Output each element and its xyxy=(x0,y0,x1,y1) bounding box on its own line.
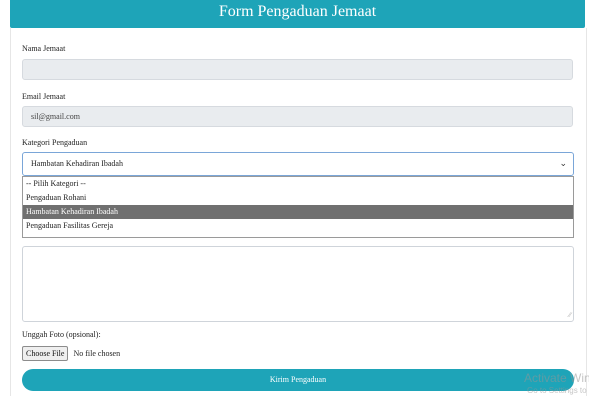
chevron-down-icon: ⌄ xyxy=(559,158,567,168)
page: Form Pengaduan Jemaat Nama Jemaat Email … xyxy=(0,0,589,396)
category-label: Kategori Pengaduan xyxy=(22,138,88,147)
file-status-text: No file chosen xyxy=(73,349,121,358)
dropdown-option[interactable]: Pengaduan Rohani xyxy=(23,191,573,205)
email-field[interactable]: sil@gmail.com xyxy=(22,106,573,127)
category-select[interactable]: Hambatan Kehadiran Ibadah ⌄ xyxy=(22,152,574,176)
dropdown-option[interactable]: -- Pilih Kategori -- xyxy=(23,177,573,191)
activation-watermark-subtext: Go to Settings to xyxy=(527,386,587,395)
dropdown-option-selected[interactable]: Hambatan Kehadiran Ibadah xyxy=(23,205,573,219)
category-dropdown[interactable]: -- Pilih Kategori -- Pengaduan Rohani Ha… xyxy=(22,176,574,238)
name-field[interactable] xyxy=(22,59,573,80)
complaint-textarea[interactable]: ∕∕ xyxy=(22,246,574,322)
photo-label: Unggah Foto (opsional): xyxy=(22,330,101,339)
email-label: Email Jemaat xyxy=(22,92,66,101)
submit-button[interactable]: Kirim Pengaduan xyxy=(22,369,574,391)
name-label: Nama Jemaat xyxy=(22,44,66,53)
choose-file-button[interactable]: Choose File xyxy=(22,346,69,361)
activation-watermark: Activate Win xyxy=(524,371,589,385)
dropdown-option[interactable]: Pengaduan Fasilitas Gereja xyxy=(23,219,573,233)
form-title: Form Pengaduan Jemaat xyxy=(10,0,585,28)
resize-grip-icon[interactable]: ∕∕ xyxy=(569,312,571,319)
file-upload: Choose File No file chosen xyxy=(22,346,120,361)
category-selected-value: Hambatan Kehadiran Ibadah xyxy=(31,159,123,168)
